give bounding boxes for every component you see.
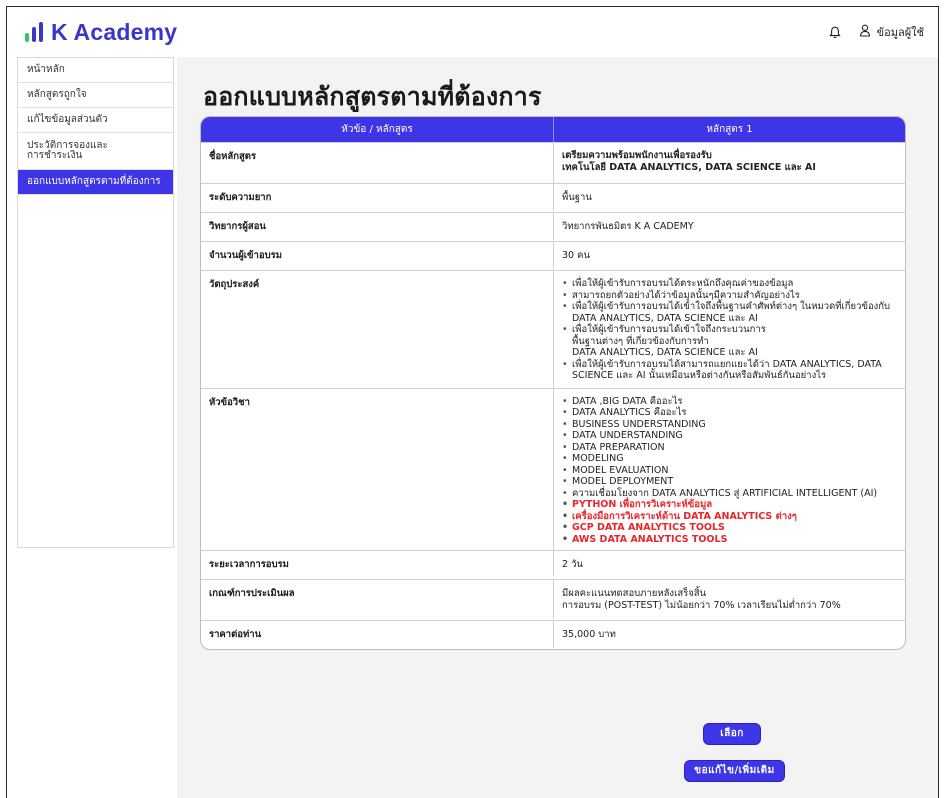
user-icon [859, 24, 871, 40]
row-value-price: 35,000 บาท [562, 629, 616, 640]
table-row: วัตถุประสงค์ เพื่อให้ผู้เข้ารับการอบรมได… [201, 270, 905, 388]
objectives-list: เพื่อให้ผู้เข้ารับการอบรมได้ตระหนักถึงคุ… [562, 278, 897, 382]
row-value-evaluation: มีผลคะแนนทดสอบภายหลังเสร็จสิ้น การอบรม (… [554, 580, 905, 620]
list-item: DATA UNDERSTANDING [562, 430, 897, 442]
list-item: BUSINESS UNDERSTANDING [562, 419, 897, 431]
course-table: หัวข้อ / หลักสูตร หลักสูตร 1 ชื่อหลักสูต… [200, 116, 906, 650]
app-frame: K Academy ข้อมูลผู้ใช้ หน้าหลัก หลักสูตร… [6, 6, 939, 798]
logo[interactable]: K Academy [25, 19, 177, 46]
user-profile-button[interactable]: ข้อมูลผู้ใช้ [859, 23, 924, 41]
top-bar: K Academy ข้อมูลผู้ใช้ [7, 7, 938, 57]
list-item: สามารถยกตัวอย่างได้ว่าข้อมูลนั้นๆมีความส… [562, 290, 897, 302]
table-row: วิทยากรผู้สอน วิทยากรพันธมิตร K A CADEMY [201, 212, 905, 241]
page-title: ออกแบบหลักสูตรตามที่ต้องการ [203, 82, 542, 111]
course-name-line1: เตรียมความพร้อมพนักงานเพื่อรองรับ [562, 150, 712, 161]
list-item: เพื่อให้ผู้เข้ารับการอบรมได้สามารถแยกแยะ… [562, 359, 897, 382]
row-label-duration: ระยะเวลาการอบรม [201, 551, 554, 576]
row-label-objectives: วัตถุประสงค์ [201, 271, 554, 388]
row-label-price: ราคาต่อท่าน [201, 621, 554, 648]
user-label: ข้อมูลผู้ใช้ [876, 26, 924, 39]
list-item: PYTHON เพื่อการวิเคราะห์ข้อมูล [562, 499, 897, 511]
header-topic: หัวข้อ / หลักสูตร [201, 117, 554, 142]
row-label-instructor: วิทยากรผู้สอน [201, 213, 554, 240]
list-item: MODEL DEPLOYMENT [562, 476, 897, 488]
row-label-topics: หัวข้อวิชา [201, 388, 554, 550]
sidebar-item-custom-course[interactable]: ออกแบบหลักสูตรตามที่ต้องการ [18, 170, 173, 195]
list-item: เพื่อให้ผู้เข้ารับการอบรมได้เข้าใจถึงกระ… [562, 324, 897, 359]
row-value-instructor: วิทยากรพันธมิตร K A CADEMY [562, 221, 694, 232]
list-item: DATA PREPARATION [562, 442, 897, 454]
list-item: GCP DATA ANALYTICS TOOLS [562, 522, 897, 534]
table-row: หัวข้อวิชา DATA ,BIG DATA คืออะไร DATA A… [201, 387, 905, 551]
course-name-line2: เทคโนโลยี DATA ANALYTICS, DATA SCIENCE แ… [562, 162, 816, 173]
row-label-course-name: ชื่อหลักสูตร [201, 143, 554, 183]
sidebar-item-edit-profile[interactable]: แก้ไขข้อมูลส่วนตัว [18, 108, 173, 133]
list-item: ความเชื่อมโยงจาก DATA ANALYTICS สู่ ARTI… [562, 488, 897, 500]
logo-icon [25, 22, 43, 42]
row-label-evaluation: เกณฑ์การประเมินผล [201, 580, 554, 619]
table-row: ราคาต่อท่าน 35,000 บาท [201, 620, 905, 649]
list-item: DATA ANALYTICS คืออะไร [562, 407, 897, 419]
select-button[interactable]: เลือก [703, 723, 761, 745]
row-value-topics: DATA ,BIG DATA คืออะไร DATA ANALYTICS คื… [554, 389, 905, 551]
row-value-participants: 30 คน [562, 250, 590, 261]
evaluation-line1: มีผลคะแนนทดสอบภายหลังเสร็จสิ้น [562, 588, 707, 599]
logo-text: K Academy [51, 18, 178, 45]
row-value-objectives: เพื่อให้ผู้เข้ารับการอบรมได้ตระหนักถึงคุ… [554, 271, 905, 388]
list-item: MODEL EVALUATION [562, 465, 897, 477]
sidebar-item-favorite-courses[interactable]: หลักสูตรถูกใจ [18, 83, 173, 108]
main-content: ออกแบบหลักสูตรตามที่ต้องการ หัวข้อ / หลั… [177, 57, 938, 798]
list-item: MODELING [562, 453, 897, 465]
table-row: ระดับความยาก พื้นฐาน [201, 183, 905, 212]
sidebar: หน้าหลัก หลักสูตรถูกใจ แก้ไขข้อมูลส่วนตั… [17, 57, 174, 548]
row-value-duration: 2 วัน [562, 559, 583, 570]
sidebar-item-home[interactable]: หน้าหลัก [18, 58, 173, 83]
row-value-level: พื้นฐาน [562, 192, 592, 203]
table-row: ชื่อหลักสูตร เตรียมความพร้อมพนักงานเพื่อ… [201, 142, 905, 183]
list-item: เครื่องมือการวิเคราะห์ด้าน DATA ANALYTIC… [562, 511, 897, 523]
list-item: DATA ,BIG DATA คืออะไร [562, 396, 897, 408]
list-item: AWS DATA ANALYTICS TOOLS [562, 534, 897, 546]
row-label-level: ระดับความยาก [201, 184, 554, 211]
sidebar-item-booking-history[interactable]: ประวัติการจองและ การชำระเงิน [18, 133, 173, 170]
table-row: ระยะเวลาการอบรม 2 วัน [201, 550, 905, 579]
topics-list: DATA ,BIG DATA คืออะไร DATA ANALYTICS คื… [562, 396, 897, 546]
row-value-course-name: เตรียมความพร้อมพนักงานเพื่อรองรับ เทคโนโ… [554, 143, 905, 183]
list-item: เพื่อให้ผู้เข้ารับการอบรมได้เข้าใจถึงพื้… [562, 301, 897, 324]
row-label-participants: จำนวนผู้เข้าอบรม [201, 242, 554, 269]
bell-icon[interactable] [828, 26, 841, 39]
list-item: เพื่อให้ผู้เข้ารับการอบรมได้ตระหนักถึงคุ… [562, 278, 897, 290]
table-header: หัวข้อ / หลักสูตร หลักสูตร 1 [201, 117, 905, 142]
user-area: ข้อมูลผู้ใช้ [828, 23, 924, 41]
table-row: จำนวนผู้เข้าอบรม 30 คน [201, 241, 905, 270]
evaluation-line2: การอบรม (POST-TEST) ไม่น้อยกว่า 70% เวลา… [562, 600, 841, 611]
request-edit-button[interactable]: ขอแก้ไข/เพิ่มเติม [684, 760, 785, 782]
header-course: หลักสูตร 1 [706, 124, 753, 135]
table-row: เกณฑ์การประเมินผล มีผลคะแนนทดสอบภายหลังเ… [201, 579, 905, 620]
